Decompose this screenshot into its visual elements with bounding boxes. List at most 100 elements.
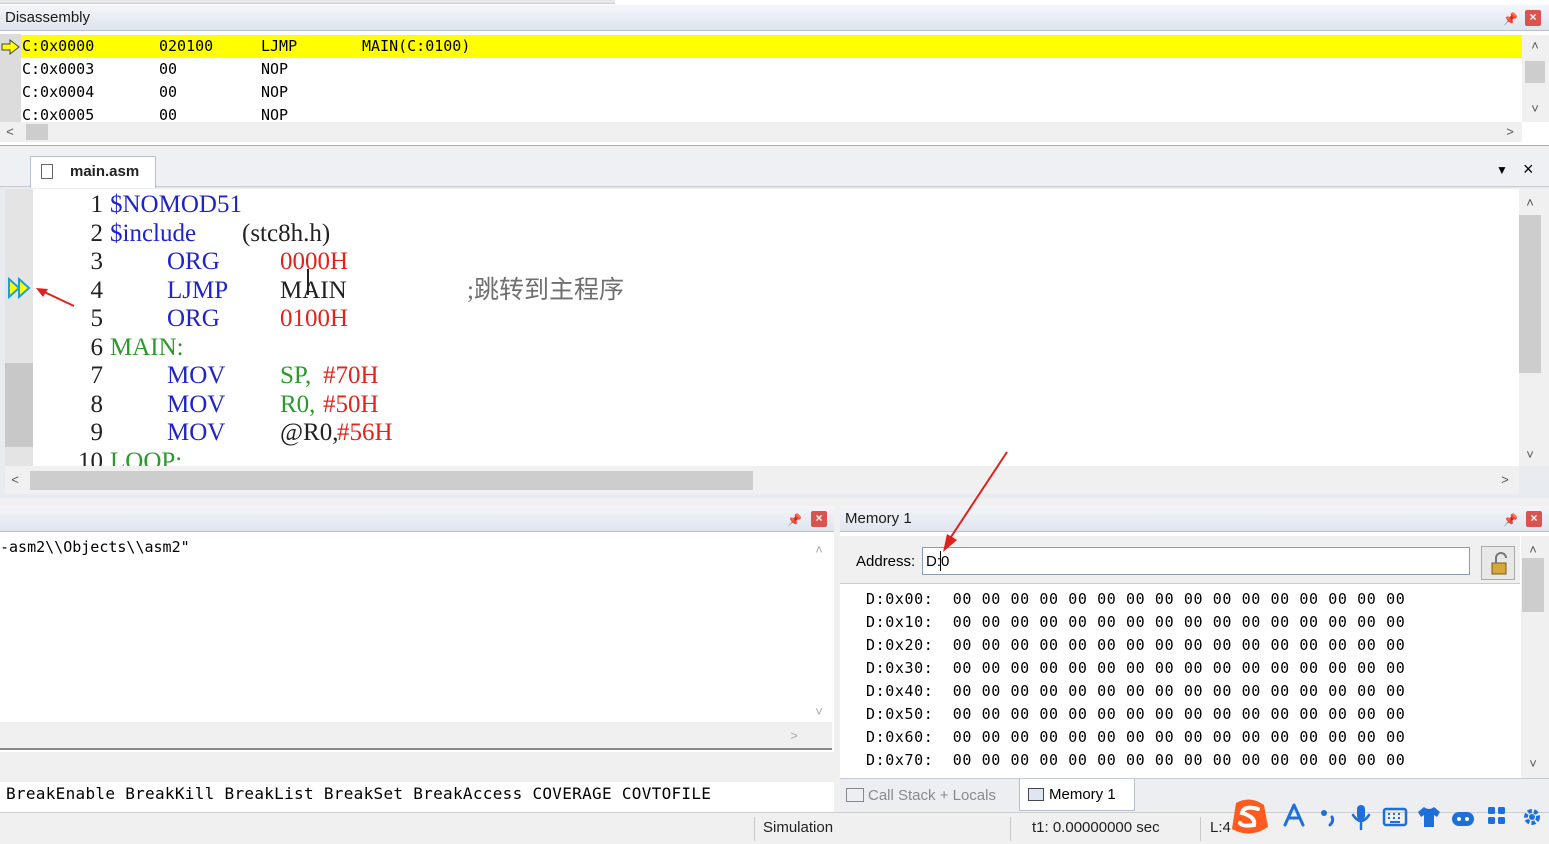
status-mode: Simulation [763,819,834,836]
disassembly-vscroll[interactable]: ˄ ˅ [1522,35,1549,122]
code-arg: #50H [323,391,379,418]
ime-skin-icon[interactable] [1416,805,1442,829]
line-number: 9 [90,419,104,446]
address-label: Address: [856,553,916,570]
code-label: $include [110,220,197,247]
scroll-left-icon[interactable]: < [2,124,18,140]
memory-row[interactable]: D:0x20: 00 00 00 00 00 00 00 00 00 00 00… [866,634,1405,657]
scroll-down-icon[interactable]: ˅ [1527,101,1543,117]
command-header [0,506,834,532]
editor-tab-strip [0,152,1549,187]
close-memory-button[interactable]: × [1526,511,1542,527]
tab-label: main.asm [70,163,140,180]
line-number: 3 [90,248,104,275]
disassembly-row[interactable]: C:0x0004 00 NOP [22,81,288,104]
scroll-right-icon[interactable]: > [1497,472,1513,488]
status-divider [754,817,755,841]
disassembly-hscroll[interactable]: < > [0,122,1522,142]
scroll-down-icon[interactable]: ˅ [1522,447,1538,463]
editor-hscroll[interactable]: < > [5,466,1519,494]
ime-settings-icon[interactable] [1520,805,1544,829]
memory-row[interactable]: D:0x10: 00 00 00 00 00 00 00 00 00 00 00… [866,611,1405,634]
line-number: 7 [90,362,104,389]
close-disassembly-button[interactable]: × [1525,10,1541,26]
code-arg: R0, [280,391,316,418]
code-op: MOV [167,362,226,389]
memory-row[interactable]: D:0x50: 00 00 00 00 00 00 00 00 00 00 00… [866,703,1405,726]
scroll-thumb[interactable] [1519,215,1541,373]
editor-vscroll[interactable]: ˄ ˅ [1519,189,1549,466]
pin-icon[interactable]: 📌 [787,513,802,527]
scroll-right-icon[interactable]: > [786,728,802,744]
pin-icon[interactable]: 📌 [1503,12,1518,26]
tab-call-stack[interactable]: Call Stack + Locals [846,783,1016,809]
close-command-button[interactable]: × [811,511,827,527]
scroll-down-icon[interactable]: ˅ [1525,756,1541,772]
line-number: 1 [90,191,104,218]
memory-row[interactable]: D:0x60: 00 00 00 00 00 00 00 00 00 00 00… [866,726,1405,749]
current-instruction-arrow-icon [1,38,21,56]
ime-microphone-icon[interactable] [1350,803,1372,831]
ime-apps-icon[interactable] [1486,805,1508,827]
gutter-mark [5,363,33,447]
code-op: LJMP [167,277,229,304]
memory-icon [1028,788,1044,801]
scroll-left-icon[interactable]: < [7,472,23,488]
disassembly-header: Disassembly [0,5,1549,31]
code-label: LOOP: [110,448,183,466]
pin-icon[interactable]: 📌 [1503,513,1518,527]
code-arg: #70H [323,362,379,389]
disassembly-row[interactable]: C:0x0003 00 NOP [22,58,288,81]
memory-row[interactable]: D:0x00: 00 00 00 00 00 00 00 00 00 00 00… [866,588,1405,611]
lock-icon[interactable] [1481,546,1515,580]
command-hscroll[interactable]: > [0,722,832,750]
ime-robot-icon[interactable] [1450,807,1476,829]
current-line-highlight [21,35,1522,58]
memory-row[interactable]: D:0x40: 00 00 00 00 00 00 00 00 00 00 00… [866,680,1405,703]
code-arg: 0100H [280,305,349,332]
code-arg: SP, [280,362,312,389]
scroll-right-icon[interactable]: > [1502,124,1518,140]
close-icon[interactable]: × [1523,159,1534,180]
disassembly-row[interactable]: C:0x0000 020100 LJMP MAIN(C:0100) [22,35,470,58]
ime-logo-icon[interactable] [1228,797,1272,837]
memory-row[interactable]: D:0x30: 00 00 00 00 00 00 00 00 00 00 00… [866,657,1405,680]
disassembly-panel: Disassembly 📌 × C:0x0000 020100 LJMP MAI… [0,0,1549,146]
memory-row[interactable]: D:0x70: 00 00 00 00 00 00 00 00 00 00 00… [866,749,1405,772]
code-label: $NOMOD51 [110,191,242,218]
tab-memory-1[interactable]: Memory 1 [1019,779,1135,811]
scroll-thumb[interactable] [26,124,48,140]
ime-keyboard-icon[interactable] [1382,807,1408,827]
top-strip [0,0,615,4]
scroll-down-icon[interactable]: ˅ [811,704,827,720]
code-arg: @R0, [280,419,339,446]
code-op: ORG [167,305,220,332]
scroll-thumb[interactable] [1525,61,1545,83]
status-divider [1010,817,1011,841]
code-op: MOV [167,419,226,446]
memory-title: Memory 1 [845,510,912,527]
ime-chinese-mode-icon[interactable] [1282,801,1306,829]
code-arg: 0000H [280,248,349,275]
command-vscroll[interactable]: ˄ ˅ [808,536,832,722]
command-input-area[interactable] [0,752,834,782]
disassembly-row[interactable]: C:0x0005 00 NOP [22,104,288,122]
status-time: t1: 0.00000000 sec [1032,819,1160,836]
scroll-up-icon[interactable]: ˄ [1525,542,1541,558]
line-number: 10 [78,448,103,466]
status-divider [1200,817,1201,841]
scroll-up-icon[interactable]: ˄ [1527,38,1543,54]
call-stack-icon [846,788,864,802]
scroll-up-icon[interactable]: ˄ [1522,195,1538,211]
chevron-down-icon[interactable]: ▼ [1496,163,1508,177]
editor-panel: main.asm ▼ × 1 2 3 4 5 6 7 8 9 10 $NOMOD… [0,152,1549,498]
scroll-up-icon[interactable]: ˄ [811,542,827,558]
tab-main-asm[interactable]: main.asm [30,156,156,188]
memory-vscroll[interactable]: ˄ ˅ [1521,536,1549,778]
command-output: -asm2\\Objects\\asm2" [0,538,190,556]
code-arg: MAIN [280,277,347,304]
ime-punctuation-icon[interactable] [1318,807,1338,827]
code-area[interactable]: 1 2 3 4 5 6 7 8 9 10 $NOMOD51 $include (… [5,189,1519,466]
scroll-thumb[interactable] [30,471,753,490]
scroll-thumb[interactable] [1522,558,1544,612]
